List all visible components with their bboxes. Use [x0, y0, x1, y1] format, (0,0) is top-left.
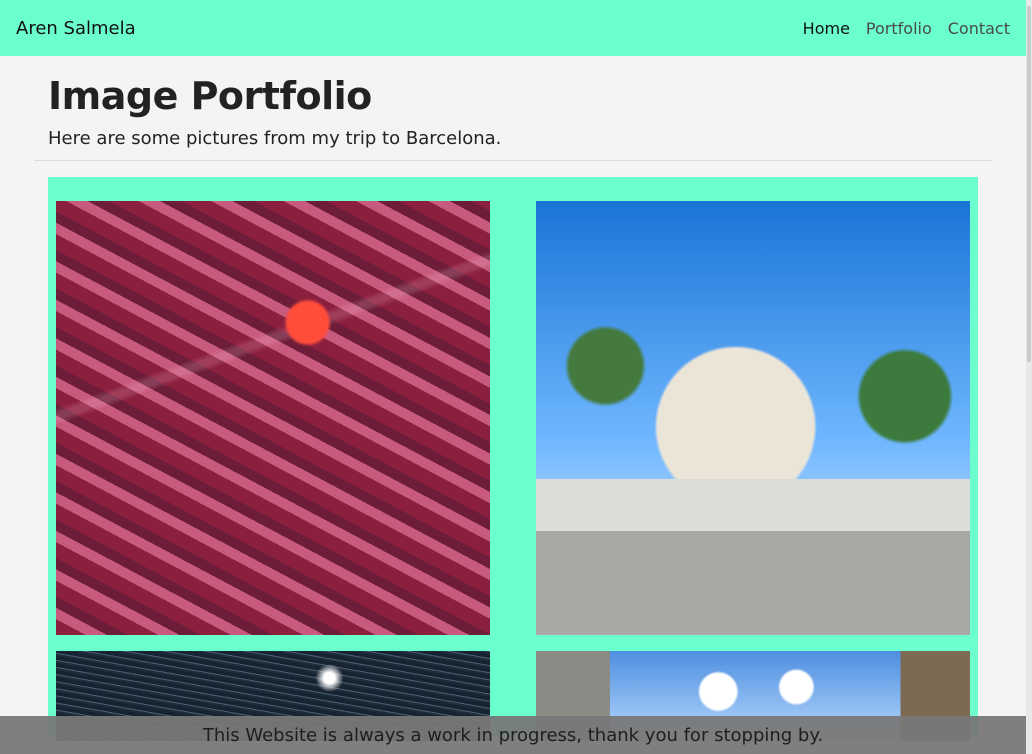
market-image [56, 201, 490, 635]
main-nav: Home Portfolio Contact [803, 19, 1010, 38]
casa-mila-image [536, 201, 970, 635]
photo-gallery [48, 177, 978, 741]
casa-mila-photo[interactable] [536, 201, 970, 635]
nav-home-link[interactable]: Home [803, 19, 850, 38]
nav-contact-link[interactable]: Contact [948, 19, 1010, 38]
page-title: Image Portfolio [48, 74, 372, 118]
barcelona-market-photo[interactable] [56, 201, 490, 635]
page-subtitle: Here are some pictures from my trip to B… [48, 128, 502, 149]
page-scrollbar[interactable] [1026, 0, 1032, 754]
top-navbar: Aren Salmela Home Portfolio Contact [0, 0, 1026, 56]
footer-banner: This Website is always a work in progres… [0, 716, 1026, 754]
scrollbar-thumb[interactable] [1027, 6, 1031, 362]
header-divider [34, 160, 993, 161]
nav-portfolio-link[interactable]: Portfolio [866, 19, 932, 38]
brand-name[interactable]: Aren Salmela [16, 18, 136, 39]
